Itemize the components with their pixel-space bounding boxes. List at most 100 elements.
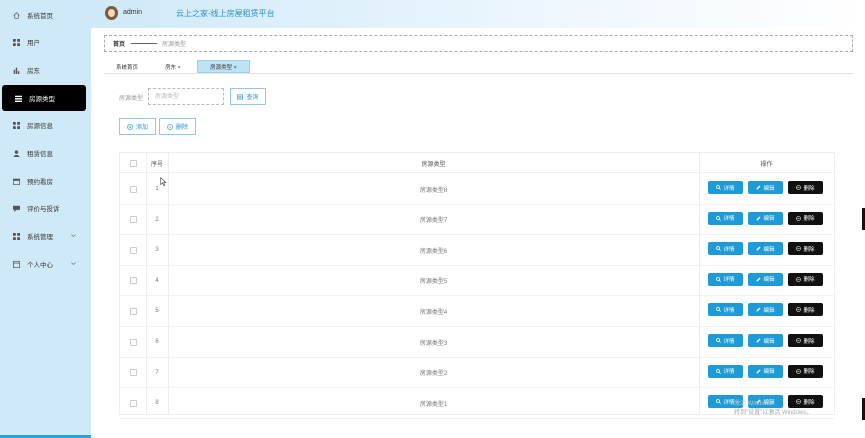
delete-button[interactable]: 删除 bbox=[788, 272, 823, 286]
row-checkbox[interactable] bbox=[129, 307, 137, 315]
row-checkbox[interactable] bbox=[129, 399, 137, 407]
row-index: 8 bbox=[155, 400, 159, 407]
detail-button[interactable]: 详情 bbox=[708, 211, 743, 225]
row-type: 房源类型7 bbox=[419, 218, 448, 225]
edit-button-label: 编辑 bbox=[763, 277, 775, 284]
search-icon bbox=[716, 185, 722, 190]
search-icon bbox=[237, 94, 244, 100]
header-index: 序号 bbox=[150, 161, 163, 168]
edit-icon bbox=[756, 216, 761, 221]
delete-button[interactable]: 删除 bbox=[788, 211, 823, 225]
detail-button[interactable]: 详情 bbox=[708, 242, 743, 256]
edit-button[interactable]: 编辑 bbox=[748, 272, 783, 286]
query-button[interactable]: 查询 bbox=[230, 88, 266, 105]
user-icon bbox=[13, 149, 20, 157]
row-select-cell bbox=[120, 205, 146, 235]
search-icon bbox=[716, 246, 722, 252]
detail-button-label: 详情 bbox=[723, 246, 735, 253]
edit-button-label: 编辑 bbox=[763, 185, 775, 192]
row-index: 5 bbox=[155, 308, 159, 315]
top-header: admin 云上之家-线上房屋租赁平台 bbox=[91, 0, 865, 28]
window-icon bbox=[13, 260, 20, 268]
tab-landlord[interactable]: 房东 × bbox=[150, 60, 196, 73]
table-row: 4 房源类型5 详情 编辑 删除 bbox=[120, 266, 834, 297]
add-button[interactable]: 添加 bbox=[119, 118, 156, 135]
table-row: 1 房源类型8 详情 编辑 删除 bbox=[120, 174, 834, 205]
edit-button-label: 编辑 bbox=[763, 216, 775, 223]
select-all-checkbox[interactable] bbox=[129, 159, 137, 167]
detail-button-label: 详情 bbox=[723, 369, 735, 376]
row-checkbox[interactable] bbox=[129, 277, 137, 285]
row-checkbox[interactable] bbox=[129, 369, 137, 377]
header-actions: 操作 bbox=[760, 161, 773, 168]
detail-button[interactable]: 详情 bbox=[708, 364, 743, 378]
sidebar-item-house-info[interactable]: 房源信息 bbox=[0, 112, 91, 138]
search-input[interactable] bbox=[148, 88, 224, 105]
row-checkbox[interactable] bbox=[129, 338, 137, 346]
breadcrumb-home[interactable]: 首页 bbox=[113, 39, 125, 48]
table-header: 序号 房源类型 操作 bbox=[120, 153, 834, 173]
grid-icon bbox=[13, 232, 20, 240]
bar-chart-icon bbox=[13, 67, 20, 74]
table-row: 8 房源类型1 详情 编辑 删除 bbox=[120, 388, 834, 419]
sidebar-item-appointment[interactable]: 预约看房 bbox=[0, 168, 91, 194]
calendar-icon bbox=[13, 178, 20, 185]
edit-button[interactable]: 编辑 bbox=[748, 364, 783, 378]
sidebar-item-landlord[interactable]: 房东 bbox=[0, 57, 91, 83]
row-checkbox[interactable] bbox=[129, 216, 137, 224]
tab-house-type[interactable]: 房源类型 × bbox=[197, 60, 250, 73]
select-all-cell bbox=[120, 153, 146, 173]
sidebar-item-review[interactable]: 评价与投诉 bbox=[0, 195, 91, 221]
sidebar-item-label: 系统首页 bbox=[27, 13, 53, 20]
sidebar-item-profile[interactable]: 个人中心 bbox=[0, 251, 91, 277]
delete-button[interactable]: 删除 bbox=[788, 181, 823, 194]
plus-icon bbox=[127, 123, 133, 130]
row-checkbox[interactable] bbox=[129, 246, 137, 254]
search-label: 房源类型 bbox=[119, 96, 144, 102]
edit-icon bbox=[756, 369, 761, 374]
detail-button[interactable]: 详情 bbox=[708, 334, 743, 347]
row-checkbox[interactable] bbox=[129, 185, 137, 193]
table-row: 6 房源类型3 详情 编辑 删除 bbox=[120, 327, 834, 358]
sidebar-item-users[interactable]: 用户 bbox=[0, 29, 91, 55]
sidebar-item-system[interactable]: 系统管理 bbox=[0, 223, 91, 249]
delete-button-label: 删除 bbox=[803, 246, 815, 253]
detail-button[interactable]: 详情 bbox=[708, 303, 743, 317]
row-select-cell bbox=[120, 235, 146, 265]
sidebar-item-label: 房源类型 bbox=[29, 96, 55, 103]
detail-button-label: 详情 bbox=[723, 338, 735, 345]
delete-button[interactable]: 删除 bbox=[788, 364, 823, 378]
row-select-cell bbox=[120, 174, 146, 204]
edit-button[interactable]: 编辑 bbox=[748, 181, 783, 194]
delete-button[interactable]: 删除 bbox=[788, 303, 823, 317]
search-icon bbox=[716, 338, 722, 343]
chevron-down-icon bbox=[70, 232, 77, 239]
batch-delete-button[interactable]: 删除 bbox=[159, 118, 196, 135]
edit-button[interactable]: 编辑 bbox=[748, 242, 783, 256]
row-type: 房源类型1 bbox=[419, 401, 448, 408]
row-index: 4 bbox=[155, 277, 159, 284]
avatar[interactable] bbox=[105, 6, 118, 20]
delete-button[interactable]: 删除 bbox=[788, 334, 823, 347]
row-type: 房源类型6 bbox=[419, 248, 448, 255]
username[interactable]: admin bbox=[123, 9, 142, 16]
delete-icon bbox=[796, 368, 802, 374]
row-type: 房源类型4 bbox=[419, 309, 448, 316]
search-icon bbox=[716, 276, 722, 282]
search-icon bbox=[716, 215, 722, 221]
tab-home[interactable]: 系统首页 bbox=[104, 60, 150, 73]
edit-button[interactable]: 编辑 bbox=[748, 334, 783, 347]
sidebar-item-home[interactable]: 系统首页 bbox=[0, 2, 91, 28]
detail-button[interactable]: 详情 bbox=[708, 181, 743, 194]
row-type: 房源类型5 bbox=[419, 279, 448, 286]
detail-button[interactable]: 详情 bbox=[708, 272, 743, 286]
delete-button-label: 删除 bbox=[803, 369, 815, 376]
tab-label: 系统首页 bbox=[115, 64, 138, 71]
sidebar-item-house-type[interactable]: 房源类型 bbox=[2, 85, 86, 111]
row-type: 房源类型8 bbox=[419, 187, 448, 194]
sidebar-item-rental[interactable]: 租赁信息 bbox=[0, 140, 91, 166]
delete-button[interactable]: 删除 bbox=[788, 242, 823, 256]
edit-button[interactable]: 编辑 bbox=[748, 211, 783, 225]
row-select-cell bbox=[120, 388, 146, 418]
edit-button[interactable]: 编辑 bbox=[748, 303, 783, 317]
